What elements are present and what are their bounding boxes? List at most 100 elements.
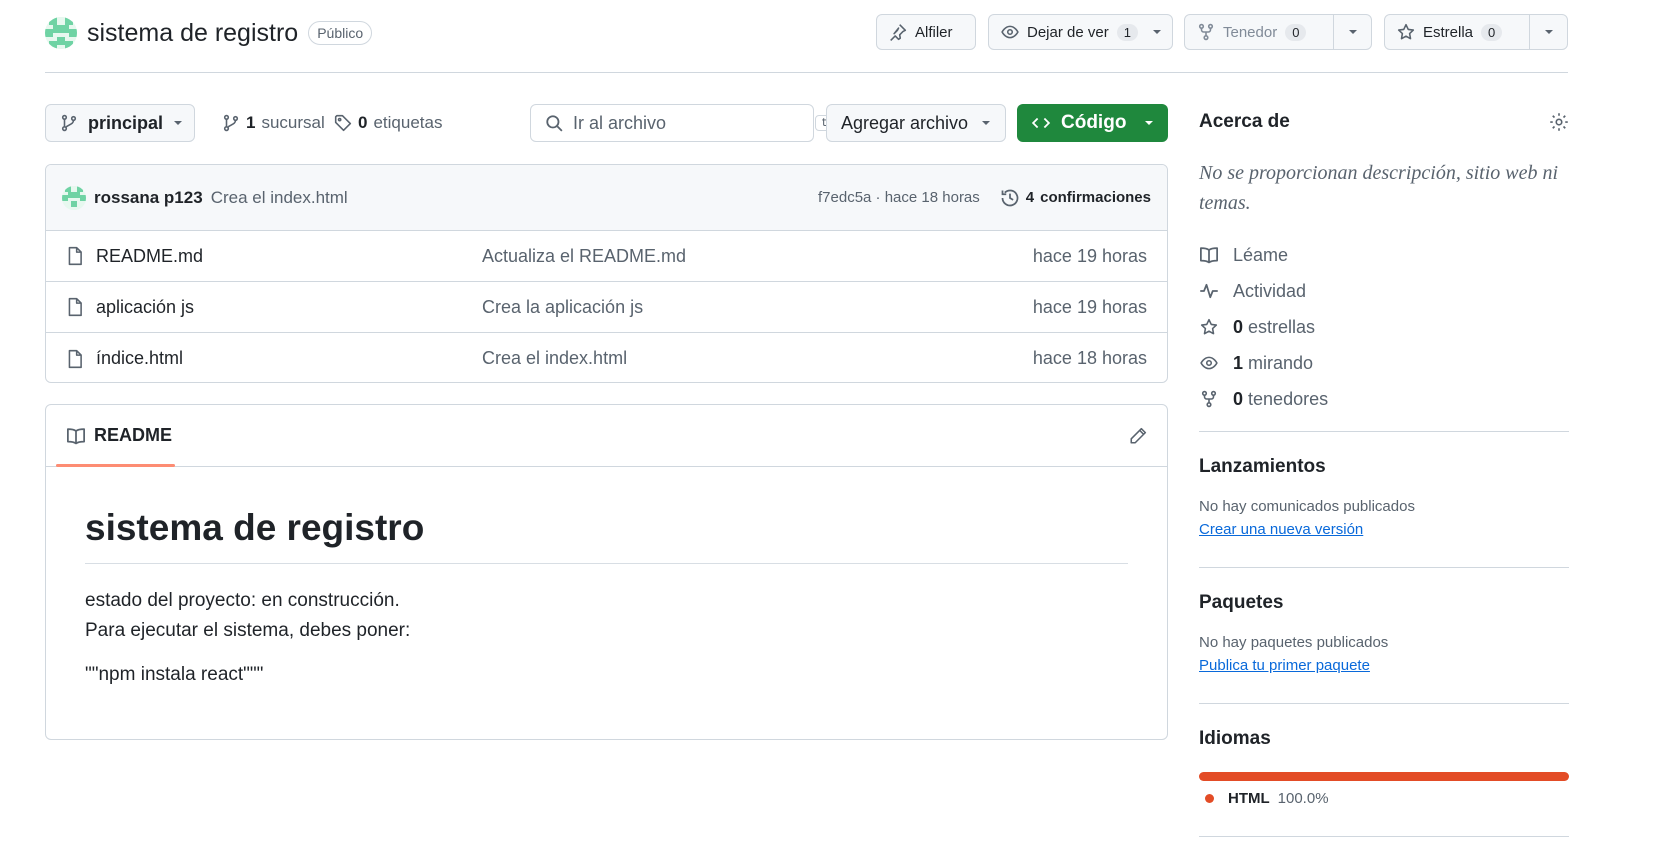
stars-count: 0 xyxy=(1233,316,1244,337)
go-to-file-search[interactable]: t xyxy=(530,104,835,142)
language-bar[interactable] xyxy=(1199,772,1569,781)
star-button[interactable]: Estrella 0 xyxy=(1384,14,1568,50)
packages-heading[interactable]: Paquetes xyxy=(1199,592,1569,614)
search-input[interactable] xyxy=(573,112,805,134)
file-commit-message[interactable]: Crea la aplicación js xyxy=(482,297,1033,318)
eye-icon xyxy=(1001,23,1019,41)
language-name: HTML xyxy=(1228,790,1270,807)
sidebar-item-label: Léame xyxy=(1233,244,1289,265)
pin-button[interactable]: Alfiler xyxy=(876,14,976,50)
branch-icon xyxy=(222,114,240,132)
pencil-icon[interactable] xyxy=(1129,427,1147,445)
packages-section: Paquetes No hay paquetes publicados Publ… xyxy=(1199,592,1569,674)
languages-heading: Idiomas xyxy=(1199,728,1271,749)
readme-panel: README sistema de registro estado del pr… xyxy=(45,404,1168,740)
sidebar-item-stars[interactable]: 0 estrellas xyxy=(1199,309,1569,345)
commit-hash-time[interactable]: f7edc5a · hace 18 horas xyxy=(818,189,980,206)
branch-select[interactable]: principal xyxy=(45,104,195,142)
star-dropdown[interactable] xyxy=(1529,15,1567,49)
language-item[interactable]: HTML 100.0% xyxy=(1199,790,1569,807)
search-icon xyxy=(545,114,563,132)
file-icon xyxy=(66,297,84,317)
active-tab-indicator xyxy=(56,464,175,467)
branches-link[interactable]: 1 sucursal xyxy=(222,104,325,142)
readme-line: estado del proyecto: en construcción. xyxy=(85,590,400,611)
sidebar-divider xyxy=(1199,703,1569,704)
create-release-link[interactable]: Crear una nueva versión xyxy=(1199,521,1569,538)
sidebar-item-activity[interactable]: Actividad xyxy=(1199,273,1569,309)
sidebar-divider xyxy=(1199,431,1569,432)
pin-icon xyxy=(889,23,907,41)
file-name[interactable]: aplicación js xyxy=(96,297,194,318)
readme-code-line: ""npm instala react""" xyxy=(85,664,264,685)
tag-icon xyxy=(334,114,352,132)
gear-icon[interactable] xyxy=(1549,112,1569,132)
file-date: hace 18 horas xyxy=(1032,348,1147,368)
table-row[interactable]: README.md Actualiza el README.md hace 19… xyxy=(46,231,1167,282)
fork-icon xyxy=(1197,23,1215,41)
fork-button[interactable]: Tenedor 0 xyxy=(1184,14,1372,50)
watch-label: Dejar de ver xyxy=(1027,23,1109,41)
star-icon xyxy=(1199,318,1219,336)
pin-label: Alfiler xyxy=(915,23,953,41)
table-row[interactable]: aplicación js Crea la aplicación js hace… xyxy=(46,282,1167,333)
languages-section: Idiomas xyxy=(1199,728,1569,750)
commit-author[interactable]: rossana p123 xyxy=(94,188,203,208)
forks-count: 0 xyxy=(1233,388,1244,409)
sidebar-item-readme[interactable]: Léame xyxy=(1199,237,1569,273)
repo-name[interactable]: sistema de registro xyxy=(87,19,298,48)
chevron-down-icon[interactable] xyxy=(1152,27,1172,37)
branch-icon xyxy=(60,114,78,132)
tags-count: 0 xyxy=(358,113,368,132)
releases-heading[interactable]: Lanzamientos xyxy=(1199,456,1569,478)
sidebar-divider xyxy=(1199,567,1569,568)
tags-link[interactable]: 0 etiquetas xyxy=(334,104,442,142)
fork-count: 0 xyxy=(1285,23,1307,41)
file-date: hace 19 horas xyxy=(1032,245,1147,266)
commits-link[interactable]: 4 confirmaciones xyxy=(1000,188,1151,208)
commits-label: confirmaciones xyxy=(1040,189,1151,206)
watch-button[interactable]: Dejar de ver 1 xyxy=(988,14,1173,50)
file-name[interactable]: índice.html xyxy=(96,348,183,369)
chevron-down-icon xyxy=(173,118,183,128)
publish-package-link[interactable]: Publica tu primer paquete xyxy=(1199,657,1569,674)
sidebar-item-watching[interactable]: 1 mirando xyxy=(1199,345,1569,381)
language-color-dot xyxy=(1205,794,1214,803)
history-icon xyxy=(1000,188,1020,208)
sidebar-item-forks[interactable]: 0 tenedores xyxy=(1199,381,1569,417)
chevron-down-icon xyxy=(981,118,991,128)
pulse-icon xyxy=(1199,282,1219,300)
commit-author-avatar[interactable] xyxy=(62,185,86,210)
readme-tab[interactable]: README xyxy=(94,425,172,446)
chevron-down-icon xyxy=(1348,27,1358,37)
star-label: Estrella xyxy=(1423,23,1474,41)
releases-section: Lanzamientos No hay comunicados publicad… xyxy=(1199,456,1569,538)
sidebar-item-label: tenedores xyxy=(1248,388,1329,409)
file-list: rossana p123 Crea el index.html f7edc5a … xyxy=(45,164,1168,383)
star-icon xyxy=(1397,23,1415,41)
file-commit-message[interactable]: Actualiza el README.md xyxy=(482,246,1033,267)
sidebar-item-label: Actividad xyxy=(1233,280,1307,301)
fork-label: Tenedor xyxy=(1223,23,1278,41)
sidebar-divider xyxy=(1199,836,1569,837)
book-icon xyxy=(66,427,86,445)
chevron-down-icon xyxy=(1144,118,1154,128)
watch-count: 1 xyxy=(1116,23,1138,41)
code-icon xyxy=(1031,114,1051,132)
table-row[interactable]: índice.html Crea el index.html hace 18 h… xyxy=(46,333,1167,382)
fork-dropdown[interactable] xyxy=(1333,15,1371,49)
owner-avatar[interactable] xyxy=(45,17,77,49)
branches-label: sucursal xyxy=(261,113,325,132)
watching-count: 1 xyxy=(1233,352,1244,373)
commits-count: 4 xyxy=(1025,189,1035,206)
commit-message[interactable]: Crea el index.html xyxy=(211,188,348,208)
file-name[interactable]: README.md xyxy=(96,246,203,267)
code-button[interactable]: Código xyxy=(1017,104,1168,142)
visibility-badge: Público xyxy=(308,21,373,45)
releases-empty-text: No hay comunicados publicados xyxy=(1199,498,1415,515)
sidebar-item-label: estrellas xyxy=(1248,316,1316,337)
chevron-down-icon xyxy=(1544,27,1554,37)
file-icon xyxy=(66,349,84,369)
add-file-button[interactable]: Agregar archivo xyxy=(826,104,1006,142)
file-commit-message[interactable]: Crea el index.html xyxy=(482,348,1033,369)
